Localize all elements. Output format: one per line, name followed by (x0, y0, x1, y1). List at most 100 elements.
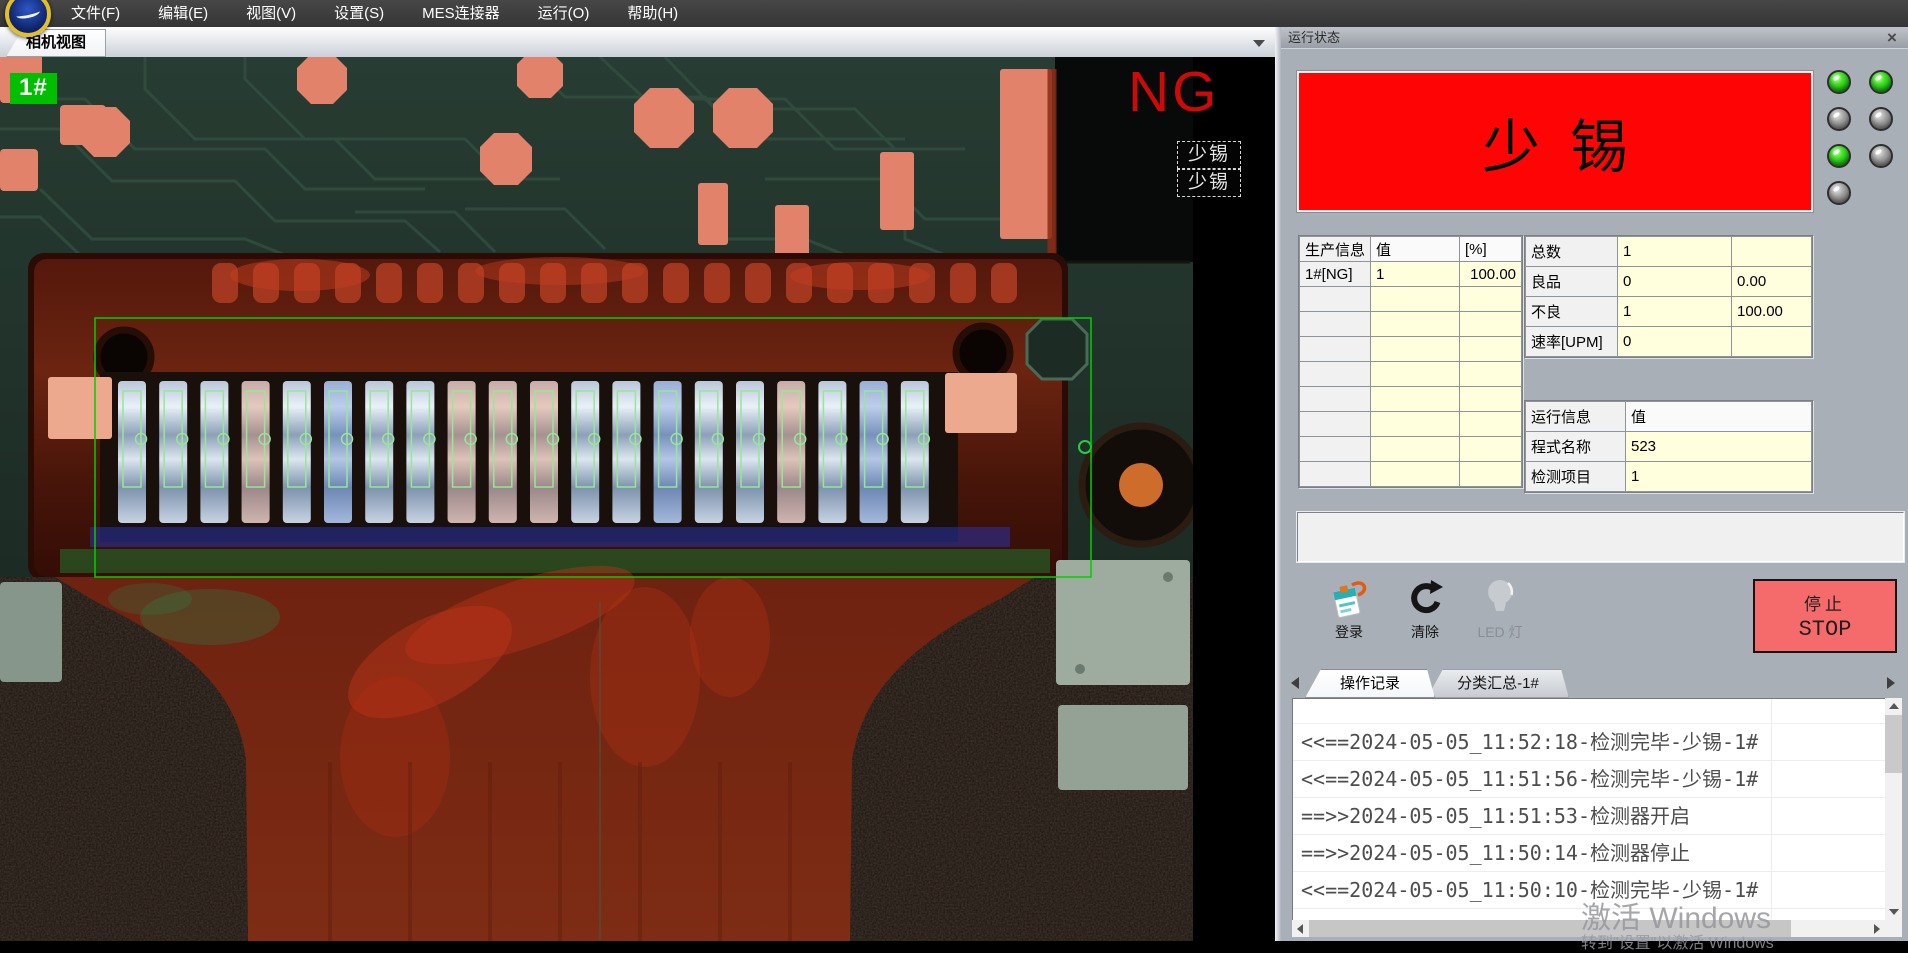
message-box (1297, 512, 1904, 562)
log-entry[interactable]: ==>>2024-05-05_11:50:14-检测器停止 (1293, 835, 1885, 872)
table-row[interactable] (1300, 437, 1522, 462)
table-cell (1460, 387, 1522, 412)
column-header: 运行信息 (1526, 402, 1626, 432)
panel-splitter[interactable] (1275, 27, 1281, 941)
tab-operation-log[interactable]: 操作记录 (1305, 669, 1435, 698)
table-cell (1300, 462, 1371, 487)
table-row[interactable] (1300, 412, 1522, 437)
menu-bar: 文件(F)编辑(E)视图(V)设置(S)MES连接器运行(O)帮助(H) (0, 0, 1908, 27)
table-cell (1300, 337, 1371, 362)
tab-scroll-right-icon[interactable] (1887, 677, 1895, 689)
defect-banner: 少锡 (1299, 73, 1811, 210)
menu-bar-items: 文件(F)编辑(E)视图(V)设置(S)MES连接器运行(O)帮助(H) (52, 0, 697, 27)
stop-button-label-en: STOP (1799, 617, 1852, 642)
scroll-down-icon[interactable] (1885, 903, 1902, 920)
table-cell: 总数 (1526, 237, 1618, 267)
menu-item[interactable]: 文件(F) (52, 0, 139, 27)
indicator-light-3 (1827, 107, 1851, 131)
log-entry[interactable]: <<==2024-05-05_11:52:18-检测完毕-少锡-1# (1293, 724, 1885, 761)
clear-button[interactable]: 清除 (1395, 576, 1455, 650)
table-row[interactable] (1300, 312, 1522, 337)
table-row[interactable]: 不良1100.00 (1526, 297, 1812, 327)
indicator-light-1 (1827, 70, 1851, 94)
menu-item[interactable]: MES连接器 (403, 0, 519, 27)
table-cell (1300, 387, 1371, 412)
table-cell (1371, 337, 1460, 362)
table-cell: 1 (1371, 262, 1460, 287)
run-status-panel: 运行状态 × 少锡 生产信息 值 [%] 1#[NG]1100.00 总数1良品… (1281, 27, 1908, 941)
table-row[interactable]: 1#[NG]1100.00 (1300, 262, 1522, 287)
log-entry[interactable]: <<==2024-05-05_11:50:10-检测完毕-少锡-1# (1293, 872, 1885, 909)
scroll-up-icon[interactable] (1885, 698, 1902, 715)
production-table-body: 1#[NG]1100.00 (1300, 262, 1522, 487)
indicator-light-2 (1869, 70, 1893, 94)
table-row[interactable]: 总数1 (1526, 237, 1812, 267)
chevron-down-icon[interactable] (1248, 34, 1270, 51)
table-cell (1300, 362, 1371, 387)
table-cell: 速率[UPM] (1526, 327, 1618, 357)
table-cell (1460, 362, 1522, 387)
table-cell (1300, 437, 1371, 462)
light-bulb-icon (1481, 576, 1519, 620)
table-cell: 100.00 (1460, 262, 1522, 287)
table-cell: 检测项目 (1526, 462, 1626, 492)
table-row[interactable] (1300, 462, 1522, 487)
table-row[interactable] (1300, 387, 1522, 412)
table-cell (1371, 287, 1460, 312)
table-cell (1460, 312, 1522, 337)
table-row[interactable]: 良品00.00 (1526, 267, 1812, 297)
table-cell (1732, 327, 1812, 357)
defect-tag: 少锡 (1177, 169, 1241, 197)
horizontal-scroll-thumb[interactable] (1309, 920, 1791, 937)
inspection-result-label: NG (1128, 59, 1220, 125)
close-icon[interactable]: × (1883, 28, 1901, 48)
led-light-button[interactable]: LED 灯 (1467, 576, 1533, 650)
stop-button[interactable]: 停止 STOP (1753, 579, 1897, 653)
log-entry[interactable]: ==>>2024-05-05_11:51:53-检测器开启 (1293, 798, 1885, 835)
table-cell: 不良 (1526, 297, 1618, 327)
table-cell: 1 (1618, 297, 1732, 327)
table-row[interactable] (1300, 287, 1522, 312)
defect-tag: 少锡 (1177, 141, 1241, 169)
table-row[interactable]: 速率[UPM]0 (1526, 327, 1812, 357)
panel-title: 运行状态 (1288, 30, 1340, 45)
menu-item[interactable]: 设置(S) (315, 0, 403, 27)
table-cell (1371, 387, 1460, 412)
column-header: 生产信息 (1300, 237, 1371, 262)
log-entry[interactable]: <<==2024-05-05_11:51:56-检测完毕-少锡-1# (1293, 761, 1885, 798)
scroll-right-icon[interactable] (1868, 920, 1885, 937)
log-tab-strip: 操作记录 分类汇总-1# (1289, 668, 1901, 698)
camera-tab-strip: 相机视图 (0, 27, 1275, 57)
table-row[interactable]: 程式名称523 (1526, 432, 1812, 462)
menu-item[interactable]: 编辑(E) (139, 0, 227, 27)
table-cell: 1 (1626, 462, 1812, 492)
table-row[interactable]: 检测项目1 (1526, 462, 1812, 492)
camera-viewport: 1# NG 少锡 少锡 (0, 57, 1275, 941)
tab-category-summary[interactable]: 分类汇总-1# (1427, 669, 1569, 698)
table-cell (1300, 287, 1371, 312)
log-vertical-scrollbar[interactable] (1885, 698, 1902, 920)
defect-banner-text: 少锡 (1452, 100, 1658, 184)
table-cell (1732, 237, 1812, 267)
scroll-left-icon[interactable] (1292, 920, 1309, 937)
login-button[interactable]: 登录 (1319, 576, 1379, 650)
table-cell: 0 (1618, 267, 1732, 297)
log-horizontal-scrollbar[interactable] (1292, 920, 1885, 937)
table-cell (1460, 412, 1522, 437)
panel-title-bar: 运行状态 × (1281, 27, 1908, 49)
table-row[interactable] (1300, 362, 1522, 387)
scrollbar-corner (1885, 920, 1902, 937)
table-cell: 程式名称 (1526, 432, 1626, 462)
table-cell: 1#[NG] (1300, 262, 1371, 287)
menu-item[interactable]: 运行(O) (519, 0, 609, 27)
menu-item[interactable]: 帮助(H) (608, 0, 697, 27)
stop-button-label-cn: 停止 (1804, 590, 1846, 615)
menu-item[interactable]: 视图(V) (227, 0, 315, 27)
vertical-scroll-thumb[interactable] (1885, 715, 1902, 773)
totals-table: 总数1良品00.00不良1100.00速率[UPM]0 (1525, 236, 1812, 357)
table-row[interactable] (1300, 337, 1522, 362)
octagon-hole (1027, 319, 1087, 379)
tab-scroll-left-icon[interactable] (1291, 677, 1299, 689)
table-cell (1460, 462, 1522, 487)
table-cell (1371, 312, 1460, 337)
